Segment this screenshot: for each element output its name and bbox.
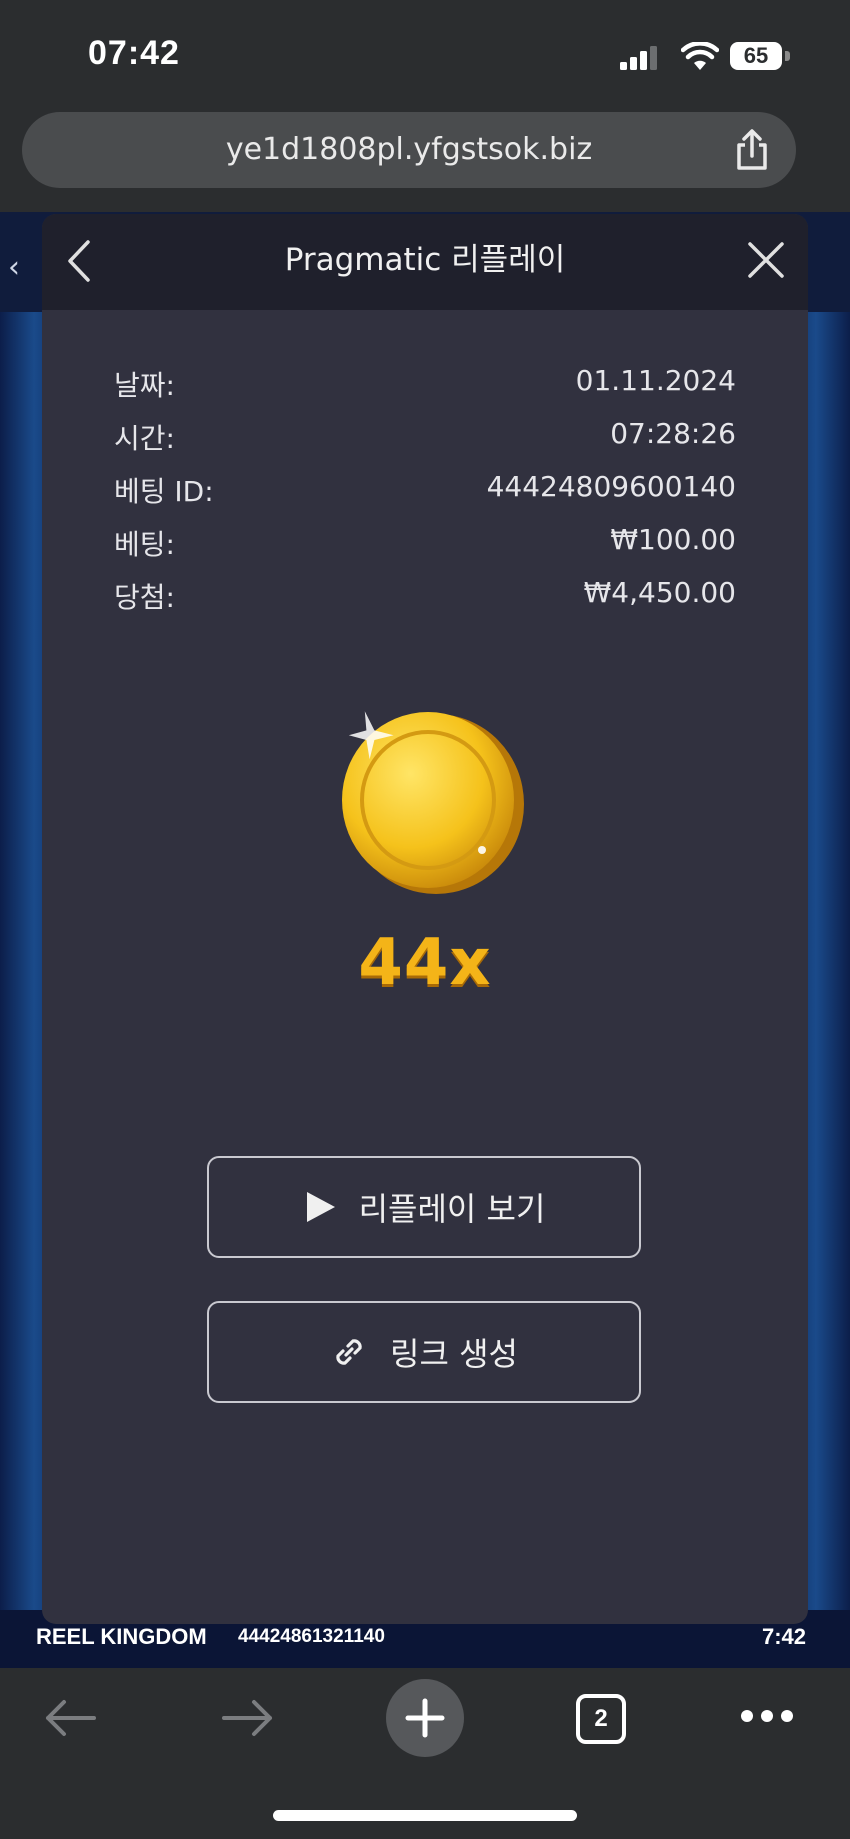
link-icon (336, 1339, 362, 1365)
create-link-label: 링크 생성 (390, 1335, 518, 1373)
tab-switcher-button[interactable]: 2 (576, 1694, 626, 1744)
game-clock: 7:42 (762, 1624, 807, 1649)
info-row-date: 날짜: 01.11.2024 (114, 364, 736, 417)
info-row-win: 당첨: ₩4,450.00 (114, 576, 736, 629)
game-left-arrow[interactable]: ‹ (8, 250, 20, 285)
time-label: 시간: (114, 422, 175, 455)
view-replay-label: 리플레이 보기 (358, 1190, 546, 1228)
signal-icon (620, 46, 657, 70)
win-value: ₩4,450.00 (583, 576, 736, 609)
create-link-button-content: 링크 생성 (209, 1303, 639, 1401)
date-value: 01.11.2024 (575, 364, 736, 397)
modal-title: Pragmatic 리플레이 (284, 242, 566, 278)
home-indicator (273, 1810, 577, 1821)
date-label: 날짜: (114, 369, 175, 402)
game-round-id: 44424861321140 (238, 1626, 385, 1647)
url-text[interactable]: ye1d1808pl.yfgstsok.biz (22, 112, 796, 188)
address-bar[interactable]: ye1d1808pl.yfgstsok.biz (22, 112, 796, 188)
share-icon[interactable] (732, 128, 772, 172)
arrow-left-icon[interactable] (42, 1696, 98, 1740)
view-replay-button[interactable]: 리플레이 보기 (207, 1156, 641, 1258)
win-multiplier: 44x (358, 926, 492, 1000)
status-time: 07:42 (88, 34, 180, 72)
bet-id-label: 베팅 ID: (114, 475, 214, 508)
info-row-bet-id: 베팅 ID: 44424809600140 (114, 470, 736, 523)
battery-indicator: 65 (730, 42, 792, 72)
bet-value: ₩100.00 (610, 523, 736, 556)
arrow-right-icon[interactable] (220, 1696, 276, 1740)
bet-id-value: 44424809600140 (486, 470, 736, 503)
new-tab-button[interactable] (386, 1679, 464, 1757)
time-value: 07:28:26 (610, 417, 736, 450)
info-row-time: 시간: 07:28:26 (114, 417, 736, 470)
replay-modal: Pragmatic 리플레이 날짜: 01.11.2024 시간: 07:28:… (42, 214, 808, 1624)
bet-label: 베팅: (114, 528, 175, 561)
wifi-icon (681, 42, 719, 70)
battery-level: 65 (730, 42, 782, 70)
close-icon[interactable] (746, 240, 786, 280)
play-icon (306, 1192, 335, 1222)
game-provider: REEL KINGDOM (36, 1624, 207, 1649)
view-replay-button-content: 리플레이 보기 (209, 1158, 639, 1256)
battery-nub (785, 51, 790, 61)
plus-icon (405, 1698, 445, 1738)
win-label: 당첨: (114, 581, 175, 614)
coin-icon (342, 711, 524, 894)
info-row-bet: 베팅: ₩100.00 (114, 523, 736, 576)
modal-header: Pragmatic 리플레이 (42, 214, 808, 310)
bet-info: 날짜: 01.11.2024 시간: 07:28:26 베팅 ID: 44424… (114, 364, 736, 629)
more-icon[interactable] (740, 1708, 794, 1724)
create-link-button[interactable]: 링크 생성 (207, 1301, 641, 1403)
